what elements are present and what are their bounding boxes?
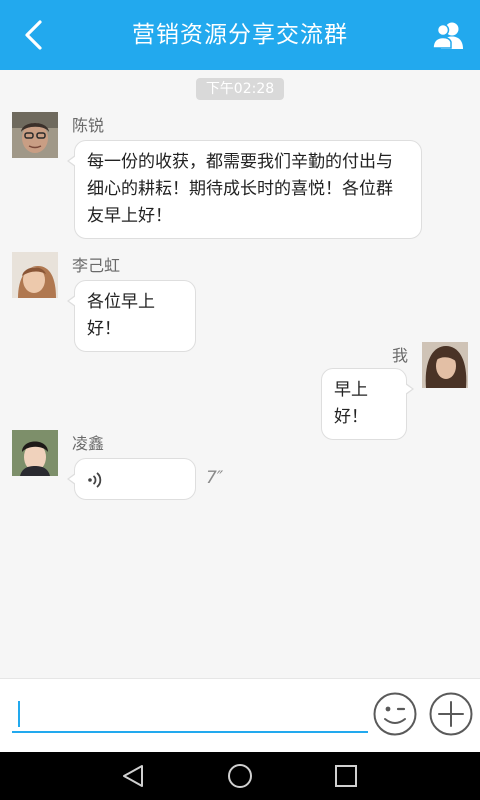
sender-name: 凌鑫	[72, 434, 105, 453]
avatar-chenrui[interactable]	[12, 112, 58, 158]
sender-name: 陈锐	[72, 116, 105, 135]
message-bubble[interactable]: 各位早上好！	[67, 280, 196, 352]
add-attachment-button[interactable]	[428, 691, 474, 737]
avatar-lingxin[interactable]	[12, 430, 58, 476]
title-bar: 营销资源分享交流群	[0, 0, 480, 70]
voice-duration: 7″	[206, 468, 224, 488]
message-bubble[interactable]: 每一份的收获，都需要我们辛勤的付出与细心的耕耘！期待成长时的喜悦！各位群友早上好…	[67, 140, 422, 239]
message-timestamp: 下午02:28	[196, 78, 284, 100]
message-input[interactable]	[12, 693, 368, 733]
group-members-icon[interactable]	[432, 20, 464, 50]
nav-back-icon[interactable]	[120, 762, 148, 790]
message-bubble-self[interactable]: 早上好！	[321, 368, 414, 440]
emoji-button[interactable]	[372, 691, 418, 737]
nav-recent-apps-icon[interactable]	[332, 762, 360, 790]
message-input-bar	[0, 678, 480, 752]
system-navigation-bar	[0, 752, 480, 800]
nav-home-icon[interactable]	[226, 762, 254, 790]
voice-wave-icon	[88, 472, 102, 488]
sender-name-self: 我	[392, 346, 409, 365]
voice-message-bubble[interactable]	[67, 458, 196, 500]
avatar-self[interactable]	[422, 342, 468, 388]
chat-title: 营销资源分享交流群	[132, 22, 348, 48]
chat-message-list[interactable]: 下午02:28 陈锐 每一份的收获，都需要我们辛勤的付出与细心的耕耘！期待成长时…	[0, 70, 480, 678]
avatar-lijihong[interactable]	[12, 252, 58, 298]
text-cursor	[18, 701, 20, 727]
sender-name: 李己虹	[72, 256, 121, 275]
